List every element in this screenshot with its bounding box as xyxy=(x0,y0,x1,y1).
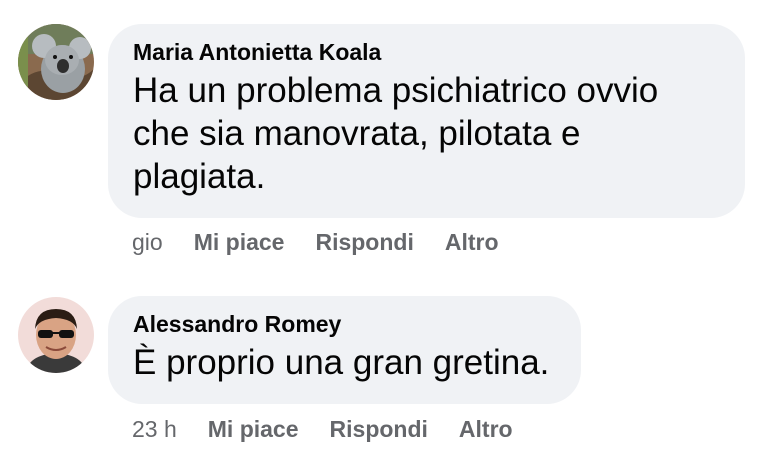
comment-text: È proprio una gran gretina. xyxy=(133,343,550,382)
more-button[interactable]: Altro xyxy=(459,415,513,443)
comment-author-name[interactable]: Maria Antonietta Koala xyxy=(133,38,719,66)
avatar[interactable] xyxy=(18,297,94,373)
comment-bubble: Alessandro Romey È proprio una gran gret… xyxy=(108,296,581,404)
more-button[interactable]: Altro xyxy=(445,228,499,256)
reply-button[interactable]: Rispondi xyxy=(330,415,428,443)
comment-actions: gio Mi piace Rispondi Altro xyxy=(132,228,530,256)
comment-actions: 23 h Mi piace Rispondi Altro xyxy=(132,415,544,443)
comment-author-name[interactable]: Alessandro Romey xyxy=(133,310,555,338)
reply-button[interactable]: Rispondi xyxy=(315,228,413,256)
koala-avatar-icon xyxy=(18,24,94,100)
comment-text: Ha un problema psichiatrico ovvio che si… xyxy=(133,71,659,196)
like-button[interactable]: Mi piace xyxy=(208,415,299,443)
comment-timestamp[interactable]: 23 h xyxy=(132,415,177,443)
avatar[interactable] xyxy=(18,24,94,100)
man-sunglasses-avatar-icon xyxy=(18,297,94,373)
comment-timestamp[interactable]: gio xyxy=(132,228,163,256)
comment-bubble: Maria Antonietta Koala Ha un problema ps… xyxy=(108,24,745,218)
like-button[interactable]: Mi piace xyxy=(194,228,285,256)
